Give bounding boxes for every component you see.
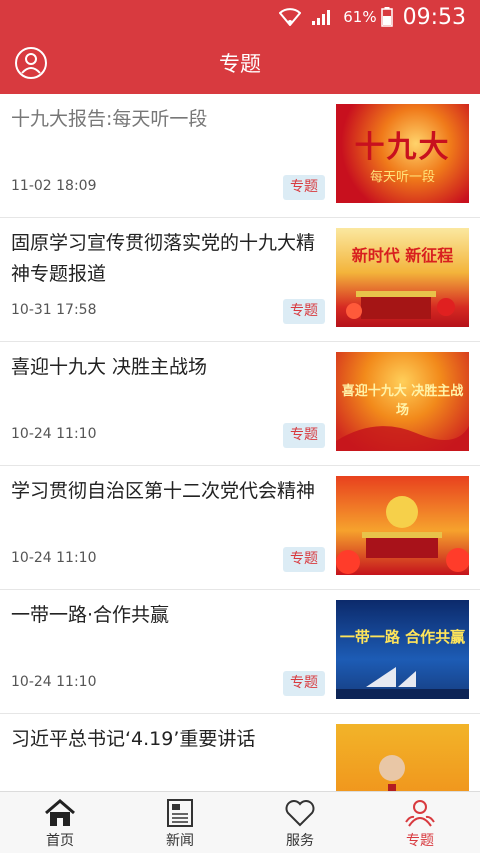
thumbnail-text: 一带一路 合作共赢: [339, 628, 466, 646]
wifi-icon: [279, 8, 302, 26]
bottom-tab-bar: 首页 新闻 服务 专题: [0, 791, 480, 853]
article-title: 固原学习宣传贯彻落实党的十九大精神专题报道: [11, 232, 316, 285]
article-thumbnail: 一带一路 合作共赢: [336, 600, 469, 699]
list-item[interactable]: 一带一路·合作共赢 10-24 11:10 专题 一带一路 合作共赢: [0, 590, 480, 714]
topic-badge: 专题: [283, 423, 325, 448]
tab-label: 新闻: [166, 833, 194, 849]
status-bar: 61% 09:53: [0, 0, 480, 34]
list-item[interactable]: 学习贯彻自治区第十二次党代会精神 10-24 11:10 专题: [0, 466, 480, 590]
battery-icon: [380, 7, 393, 27]
article-date: 10-24 11:10: [11, 426, 97, 442]
topic-badge: 专题: [283, 671, 325, 696]
page-title: 专题: [219, 52, 261, 76]
battery-percent: 61%: [343, 8, 377, 26]
article-title: 喜迎十九大 决胜主战场: [11, 356, 208, 378]
article-date: 10-31 17:58: [11, 302, 97, 318]
tab-services[interactable]: 服务: [240, 792, 360, 853]
app-bar: 专题: [0, 34, 480, 94]
article-date: 10-24 11:10: [11, 550, 97, 566]
home-icon: [45, 799, 75, 826]
article-thumbnail: 新时代 新征程: [336, 228, 469, 327]
article-title: 十九大报告:每天听一段: [11, 108, 208, 130]
list-item[interactable]: 固原学习宣传贯彻落实党的十九大精神专题报道 10-31 17:58 专题 新时代…: [0, 218, 480, 342]
article-thumbnail: [336, 476, 469, 575]
topic-badge: 专题: [283, 175, 325, 200]
tab-label: 首页: [46, 833, 74, 849]
news-icon: [167, 799, 193, 827]
clock: 09:53: [402, 4, 466, 30]
tab-home[interactable]: 首页: [0, 792, 120, 853]
signal-icon: [311, 8, 333, 26]
list-item[interactable]: 十九大报告:每天听一段 11-02 18:09 专题 十九大 每天听一段: [0, 94, 480, 218]
thumbnail-text: 新时代 新征程: [351, 246, 454, 265]
topic-badge: 专题: [283, 547, 325, 572]
list-item[interactable]: 习近平总书记‘4.19’重要讲话: [0, 714, 480, 791]
article-thumbnail: [336, 724, 469, 791]
article-title: 习近平总书记‘4.19’重要讲话: [11, 728, 256, 750]
thumbnail-text: 十九大: [354, 130, 451, 165]
article-date: 10-24 11:10: [11, 674, 97, 690]
tab-topics[interactable]: 专题: [360, 792, 480, 853]
tab-label: 服务: [286, 833, 314, 849]
article-title: 一带一路·合作共赢: [11, 604, 170, 626]
article-title: 学习贯彻自治区第十二次党代会精神: [11, 480, 316, 502]
heart-icon: [285, 800, 315, 827]
article-thumbnail: 喜迎十九大 决胜主战场: [336, 352, 469, 451]
article-date: 11-02 18:09: [11, 178, 97, 194]
topic-badge: 专题: [283, 299, 325, 324]
thumbnail-subtext: 每天听一段: [369, 170, 435, 185]
article-list: 十九大报告:每天听一段 11-02 18:09 专题 十九大 每天听一段 固原学…: [0, 94, 480, 791]
people-icon: [405, 800, 435, 827]
list-item[interactable]: 喜迎十九大 决胜主战场 10-24 11:10 专题 喜迎十九大 决胜主战场: [0, 342, 480, 466]
article-thumbnail: 十九大 每天听一段: [336, 104, 469, 203]
tab-news[interactable]: 新闻: [120, 792, 240, 853]
tab-label: 专题: [406, 833, 434, 849]
